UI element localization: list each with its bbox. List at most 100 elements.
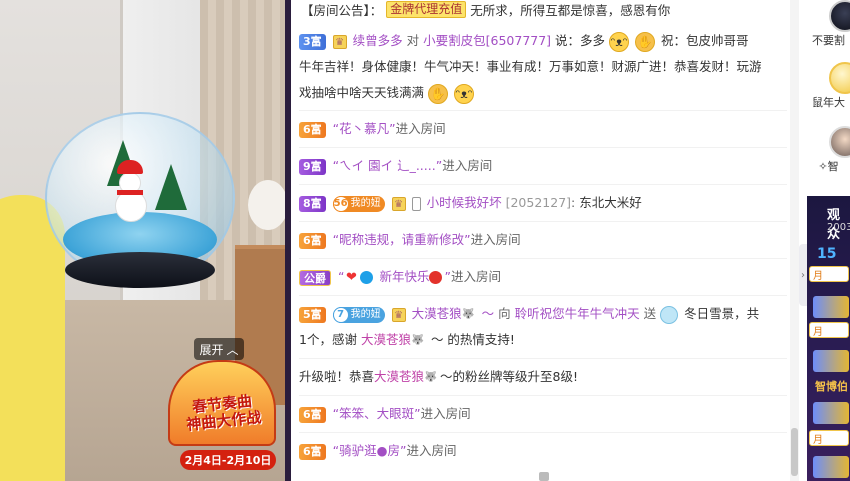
level-badge: 8富 [299, 195, 326, 212]
chat-divider [299, 358, 787, 359]
enter-room-text: 进入房间 [406, 443, 457, 458]
rail-user-name: 不要割 [812, 34, 845, 47]
fan-level-number: 56 [332, 195, 349, 212]
chat-username[interactable]: 花丶慕凡 [339, 121, 389, 136]
chat-divider [299, 184, 787, 185]
gift-text: 冬日雪景，共 [684, 306, 760, 321]
notice-text: 无所求，所得互都是惊喜，感恩有你 [470, 2, 671, 18]
level-badge: 3富 [299, 33, 326, 50]
chat-message: 6富 “笨笨、大眼斑”进入房间 [299, 401, 787, 427]
level-badge: 6富 [299, 232, 326, 249]
chat-target-username[interactable]: 聆听祝您牛年牛气冲天 [515, 306, 640, 321]
spring-festival-promo-banner[interactable]: 春节奏曲 神曲大作战 2月4日-2月10日 [160, 356, 285, 476]
chat-username[interactable]: 笨笨、大眼斑 [339, 406, 414, 421]
chat-text: ～的粉丝牌等级升至8级! [440, 369, 578, 384]
avatar [829, 0, 850, 32]
room-notice: 【房间公告】： 金牌代理充值 无所求，所得互都是惊喜，感恩有你 [301, 0, 670, 18]
enter-room-text: 进入房间 [442, 158, 493, 173]
rail-user[interactable]: ✧智 [807, 126, 850, 174]
chat-divider [299, 295, 787, 296]
chat-text: 东北大米好 [579, 195, 642, 210]
crown-rank-icon [813, 456, 849, 478]
chat-message: 8富 56 我的妞 ♛ 小时候我好坏 [2052127]: 东北大米好 [299, 190, 787, 216]
chat-target-username[interactable]: 小要割皮包[6507777] [423, 33, 551, 48]
wolf-icon: 🐺 [462, 308, 475, 320]
notice-label: 【房间公告】： [301, 2, 383, 18]
chat-message: 6富 “骑驴逛●房”进入房间 [299, 438, 787, 464]
chat-divider [299, 221, 787, 222]
chat-scrollbar[interactable] [790, 0, 799, 481]
chat-username[interactable]: ㄟイ 園イ 辶_..... [339, 158, 436, 173]
month-badge: 月 [809, 430, 849, 446]
chevron-up-icon: ︿ [226, 342, 239, 357]
expand-label: 展开 [199, 342, 224, 357]
chat-connector: 送 [643, 306, 657, 321]
live-video[interactable]: 展开 ︿ 春节奏曲 神曲大作战 2月4日-2月10日 [0, 0, 285, 481]
fan-badge: 56 我的妞 [332, 195, 385, 212]
crown-rank-icon [813, 350, 849, 372]
snowman-scarf [117, 190, 143, 195]
chat-connector: 对 [406, 33, 420, 48]
chat-message: 5富 7 我的妞 ♛ 大漠苍狼🐺 ～ 向 聆听祝您牛年牛气冲天 送 冬日雪景，共 [299, 301, 787, 327]
phone-icon [411, 196, 421, 211]
chat-resize-handle[interactable] [539, 472, 549, 481]
rail-user[interactable]: 鼠年大 [807, 62, 850, 110]
avatar [829, 62, 850, 94]
chat-username[interactable]: 续曾多多 [353, 33, 403, 48]
wolf-icon: 🐺 [411, 334, 425, 346]
chat-message: 9富 “ㄟイ 園イ 辶_.....”进入房间 [299, 153, 787, 179]
avatar [829, 126, 850, 158]
chat-divider [299, 110, 787, 111]
rail-user[interactable]: 不要割 [807, 0, 850, 48]
chat-text: 戏抽啥中啥天天钱满满 [299, 85, 425, 100]
fan-badge-label: 我的妞 [350, 308, 381, 320]
chat-message-line: 1个，感谢 大漠苍狼🐺 ～ 的热情支持! [299, 327, 787, 353]
chat-text: 说：多多 [555, 33, 606, 48]
enter-room-text: 进入房间 [470, 232, 521, 247]
chat-connector: 向 [498, 306, 511, 321]
tree-icon [155, 164, 187, 210]
wolf-icon: 🐺 [424, 371, 438, 383]
chat-message: 升级啦！恭喜大漠苍狼🐺 ～的粉丝牌等级升至8级! [299, 364, 787, 390]
month-badge: 月 [809, 266, 849, 282]
grin-emoji-icon: ᵔᴥᵔ [609, 31, 630, 52]
chat-text: ～ 的热情支持! [430, 332, 515, 347]
level-badge: 6富 [299, 121, 326, 138]
chat-text: 升级啦！恭喜 [299, 369, 375, 384]
chat-scrollbar-thumb[interactable] [791, 428, 798, 476]
snow-globe-gift-icon [660, 305, 679, 324]
chat-panel[interactable]: 【房间公告】： 金牌代理充值 无所求，所得互都是惊喜，感恩有你 3富 ♛ 续曾多… [291, 0, 799, 481]
chat-text: 祝：包皮帅哥哥 [661, 33, 749, 48]
chat-username[interactable]: 大漠苍狼 [412, 306, 462, 321]
chat-divider [299, 147, 787, 148]
level-badge: 6富 [299, 406, 326, 423]
chat-username[interactable]: 骑驴逛●房 [339, 443, 400, 458]
chat-message-line: 戏抽啥中啥天天钱满满 ✋ ᵔᴥᵔ [299, 80, 787, 106]
user-room-id: [2052127] [505, 195, 572, 210]
rank-number: 15 [817, 246, 837, 262]
chat-text: 1个，感谢 [299, 332, 357, 347]
clap-emoji-icon: ✋ [428, 83, 448, 104]
fan-level-number: 7 [332, 306, 349, 323]
level-badge: 公爵 [299, 269, 331, 286]
collapse-rail-button[interactable]: › [799, 244, 807, 306]
grin-emoji-icon: ᵔᴥᵔ [453, 83, 474, 104]
chat-username[interactable]: 大漠苍狼 [374, 369, 424, 384]
blue-ball-icon [360, 271, 374, 284]
chat-username-tail: ～ [481, 306, 495, 321]
crown-icon: ♛ [391, 196, 406, 211]
chat-message-line: 牛年吉祥！身体健康！牛气冲天！事业有成！万事如意！财源广进！恭喜发财！玩游 [299, 59, 762, 74]
chat-username[interactable]: 小时候我好坏 [427, 195, 502, 210]
fan-badge: 7 我的妞 [332, 306, 385, 323]
snow-globe-base [65, 252, 215, 288]
chat-username[interactable]: 新年快乐 [379, 269, 429, 284]
chat-username[interactable]: 昵称违规，请重新修改 [339, 232, 464, 247]
level-badge: 5富 [299, 306, 326, 323]
crown-icon: ♛ [332, 34, 347, 49]
level-badge: 6富 [299, 443, 326, 460]
notice-agent-tag[interactable]: 金牌代理充值 [386, 0, 467, 18]
chat-message: 3富 ♛ 续曾多多 对 小要割皮包[6507777] 说：多多 ᵔᴥᵔ ✋ 祝：… [299, 28, 787, 54]
audience-count: 2003 [827, 222, 850, 233]
chat-username[interactable]: 大漠苍狼 [361, 332, 411, 347]
crown-icon: ♛ [391, 307, 406, 322]
